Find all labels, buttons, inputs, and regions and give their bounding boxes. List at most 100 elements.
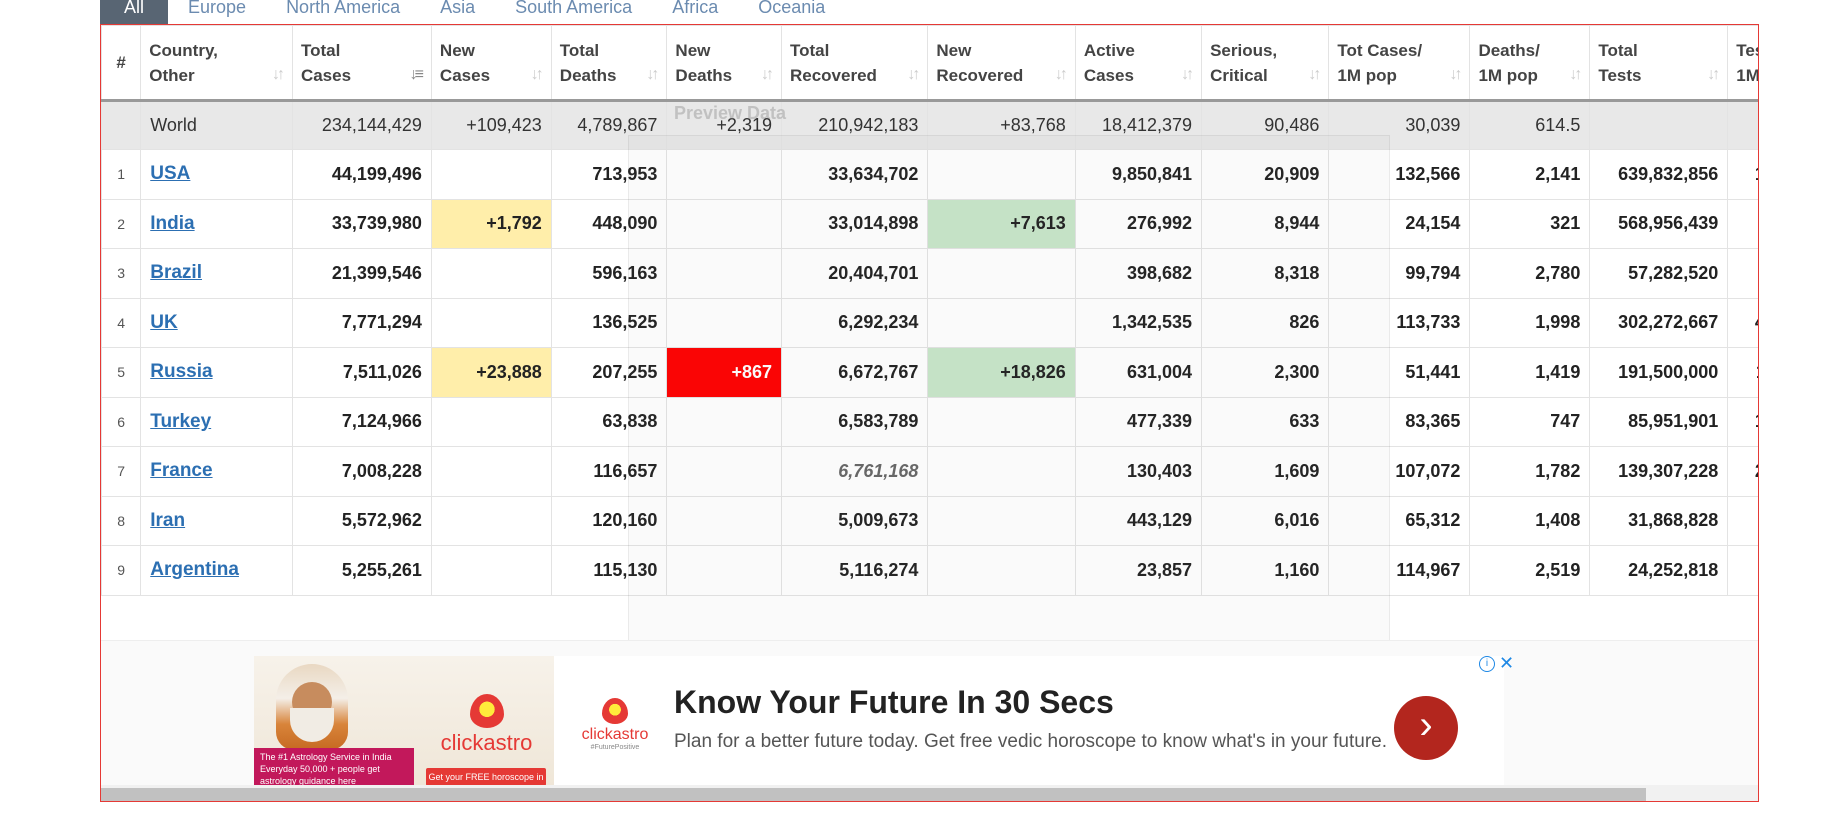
cell-rank: 1 bbox=[101, 149, 142, 200]
cell-new-deaths bbox=[666, 446, 782, 497]
cell-total-cases: 7,124,966 bbox=[291, 396, 432, 447]
country-link[interactable]: USA bbox=[150, 163, 190, 184]
cell-tests-pop: 1,311,533 bbox=[1727, 347, 1758, 398]
sort-icon[interactable]: ↓↑ bbox=[1707, 62, 1720, 87]
clickastro-logo-small[interactable]: clickastro #FuturePositive bbox=[574, 698, 656, 751]
table-row: 7 France 7,008,228 116,657 6,761,168 130,403 1… bbox=[101, 446, 1758, 497]
close-icon[interactable]: ✕ bbox=[1499, 653, 1514, 674]
cell-tot-cases-pop: 113,733 bbox=[1328, 297, 1471, 348]
cell-new-recovered: +7,613 bbox=[927, 198, 1076, 249]
cell-tests-pop: 373,485 bbox=[1727, 495, 1758, 546]
cell-new-recovered bbox=[927, 248, 1076, 299]
cell-country: Turkey bbox=[140, 396, 293, 447]
col-new-cases[interactable]: New Cases ↓↑ bbox=[430, 25, 552, 102]
sort-icon[interactable]: ↓↑ bbox=[1308, 62, 1321, 87]
col-country[interactable]: Country, Other ↓↑ bbox=[140, 25, 293, 102]
cell-total-recovered: 33,014,898 bbox=[780, 198, 929, 249]
country-link[interactable]: Brazil bbox=[150, 262, 202, 283]
sort-icon[interactable]: ↓↑ bbox=[761, 62, 774, 87]
col-deaths-per-million[interactable]: Deaths/1M pop ↓↑ bbox=[1469, 25, 1591, 102]
cell-total-recovered: 210,942,183 bbox=[780, 99, 929, 150]
country-link[interactable]: Turkey bbox=[150, 411, 211, 432]
cell-total-cases: 7,771,294 bbox=[291, 297, 432, 348]
cell-country: Iran bbox=[140, 495, 293, 546]
table-row: 8 Iran 5,572,962 120,160 5,009,673 443,129 6,0… bbox=[101, 495, 1758, 546]
tab-oceania[interactable]: Oceania bbox=[738, 0, 845, 24]
country-link[interactable]: Argentina bbox=[150, 559, 239, 580]
sort-icon[interactable]: ↓↑ bbox=[1055, 62, 1068, 87]
ad-headline[interactable]: Know Your Future In 30 Secs bbox=[674, 684, 1114, 721]
sort-icon[interactable]: ↓↑ bbox=[1181, 62, 1194, 87]
country-link[interactable]: India bbox=[150, 213, 194, 234]
country-link[interactable]: Russia bbox=[150, 361, 212, 382]
col-tot-cases-per-million[interactable]: Tot Cases/1M pop ↓↑ bbox=[1328, 25, 1471, 102]
cell-tot-cases-pop: 30,039 bbox=[1328, 99, 1471, 150]
sort-desc-icon[interactable]: ↓≡ bbox=[410, 62, 424, 87]
sort-icon[interactable]: ↓↑ bbox=[646, 62, 659, 87]
tab-north-america[interactable]: North America bbox=[266, 0, 420, 24]
info-icon[interactable]: i bbox=[1479, 656, 1495, 672]
cell-active: 276,992 bbox=[1074, 198, 1203, 249]
cell-deaths-pop: 1,782 bbox=[1469, 446, 1591, 497]
cell-active: 477,339 bbox=[1074, 396, 1203, 447]
cell-deaths-pop: 321 bbox=[1469, 198, 1591, 249]
tab-all[interactable]: All bbox=[100, 0, 169, 24]
cell-rank: 5 bbox=[101, 347, 142, 398]
cell-new-deaths bbox=[666, 495, 782, 546]
ad-cta-strip: Get your FREE horoscope in 30 secs bbox=[426, 768, 546, 786]
flame-icon bbox=[602, 698, 628, 724]
col-total-deaths[interactable]: Total Deaths ↓↑ bbox=[550, 25, 668, 102]
cell-serious: 90,486 bbox=[1201, 99, 1330, 150]
cell-tot-cases-pop: 51,441 bbox=[1328, 347, 1471, 398]
sort-icon[interactable]: ↓↑ bbox=[272, 62, 285, 87]
col-new-recovered-label-2: Recovered bbox=[936, 65, 1024, 85]
cell-new-cases bbox=[430, 248, 552, 299]
cell-total-cases: 44,199,496 bbox=[291, 149, 432, 200]
cell-active: 130,403 bbox=[1074, 446, 1203, 497]
cell-new-recovered bbox=[927, 495, 1076, 546]
tab-europe[interactable]: Europe bbox=[168, 0, 266, 24]
cell-tests-pop: 530,566 bbox=[1727, 545, 1758, 596]
col-new-deaths[interactable]: New Deaths ↓↑ bbox=[666, 25, 782, 102]
tab-south-america[interactable]: South America bbox=[495, 0, 652, 24]
country-link[interactable]: Iran bbox=[150, 510, 185, 531]
col-total-tests[interactable]: Total Tests ↓↑ bbox=[1589, 25, 1729, 102]
sort-icon[interactable]: ↓↑ bbox=[1569, 62, 1582, 87]
tab-asia[interactable]: Asia bbox=[420, 0, 495, 24]
col-active-label-1: Active bbox=[1083, 40, 1135, 60]
col-new-deaths-label-2: Deaths bbox=[675, 65, 733, 85]
cell-serious: 1,609 bbox=[1201, 446, 1330, 497]
sort-icon[interactable]: ↓↑ bbox=[531, 62, 544, 87]
cell-total-tests: 568,956,439 bbox=[1589, 198, 1729, 249]
col-new-recovered[interactable]: New Recovered ↓↑ bbox=[927, 25, 1076, 102]
col-total-recovered-label-1: Total bbox=[789, 40, 830, 60]
sort-icon[interactable]: ↓↑ bbox=[907, 62, 920, 87]
ad-image[interactable]: The #1 Astrology Service in India Everyd… bbox=[254, 656, 554, 790]
cell-total-recovered: 33,634,702 bbox=[780, 149, 929, 200]
ad-banner: The #1 Astrology Service in India Everyd… bbox=[101, 640, 1758, 801]
table-header-row: # Country, Other ↓↑ Total Cases ↓≡ New Cases ↓… bbox=[101, 25, 1758, 102]
horizontal-scrollbar[interactable]: ▶ bbox=[101, 785, 1758, 801]
col-tests-per-million[interactable]: Tests/1M pop↓↑ bbox=[1727, 25, 1758, 102]
sort-icon[interactable]: ↓↑ bbox=[1449, 62, 1462, 87]
cell-total-deaths: 115,130 bbox=[550, 545, 668, 596]
cell-new-recovered: +18,826 bbox=[927, 347, 1076, 398]
cell-total-recovered: 5,116,274 bbox=[780, 545, 929, 596]
country-link[interactable]: UK bbox=[150, 312, 177, 333]
col-active-cases[interactable]: Active Cases ↓↑ bbox=[1074, 25, 1203, 102]
country-link[interactable]: France bbox=[150, 460, 212, 481]
ad-container[interactable]: The #1 Astrology Service in India Everyd… bbox=[254, 653, 1514, 790]
cell-active: 1,342,535 bbox=[1074, 297, 1203, 348]
table-row: 5 Russia 7,511,026 +23,888 207,255 +867 6,672,… bbox=[101, 347, 1758, 398]
cell-new-cases bbox=[430, 446, 552, 497]
world-row: World 234,144,429 +109,423 4,789,867 +2,… bbox=[101, 99, 1758, 150]
ad-body[interactable]: Plan for a better future today. Get free… bbox=[674, 730, 1394, 754]
horizontal-scroll-thumb[interactable] bbox=[101, 788, 1646, 801]
col-total-recovered[interactable]: Total Recovered ↓↑ bbox=[780, 25, 929, 102]
col-total-cases[interactable]: Total Cases ↓≡ bbox=[291, 25, 432, 102]
covid-table: # Country, Other ↓↑ Total Cases ↓≡ New Cases ↓… bbox=[101, 25, 1758, 596]
tab-africa[interactable]: Africa bbox=[652, 0, 738, 24]
cell-total-tests bbox=[1589, 99, 1729, 150]
chevron-right-icon[interactable]: › bbox=[1394, 696, 1458, 760]
col-serious-critical[interactable]: Serious, Critical ↓↑ bbox=[1201, 25, 1330, 102]
